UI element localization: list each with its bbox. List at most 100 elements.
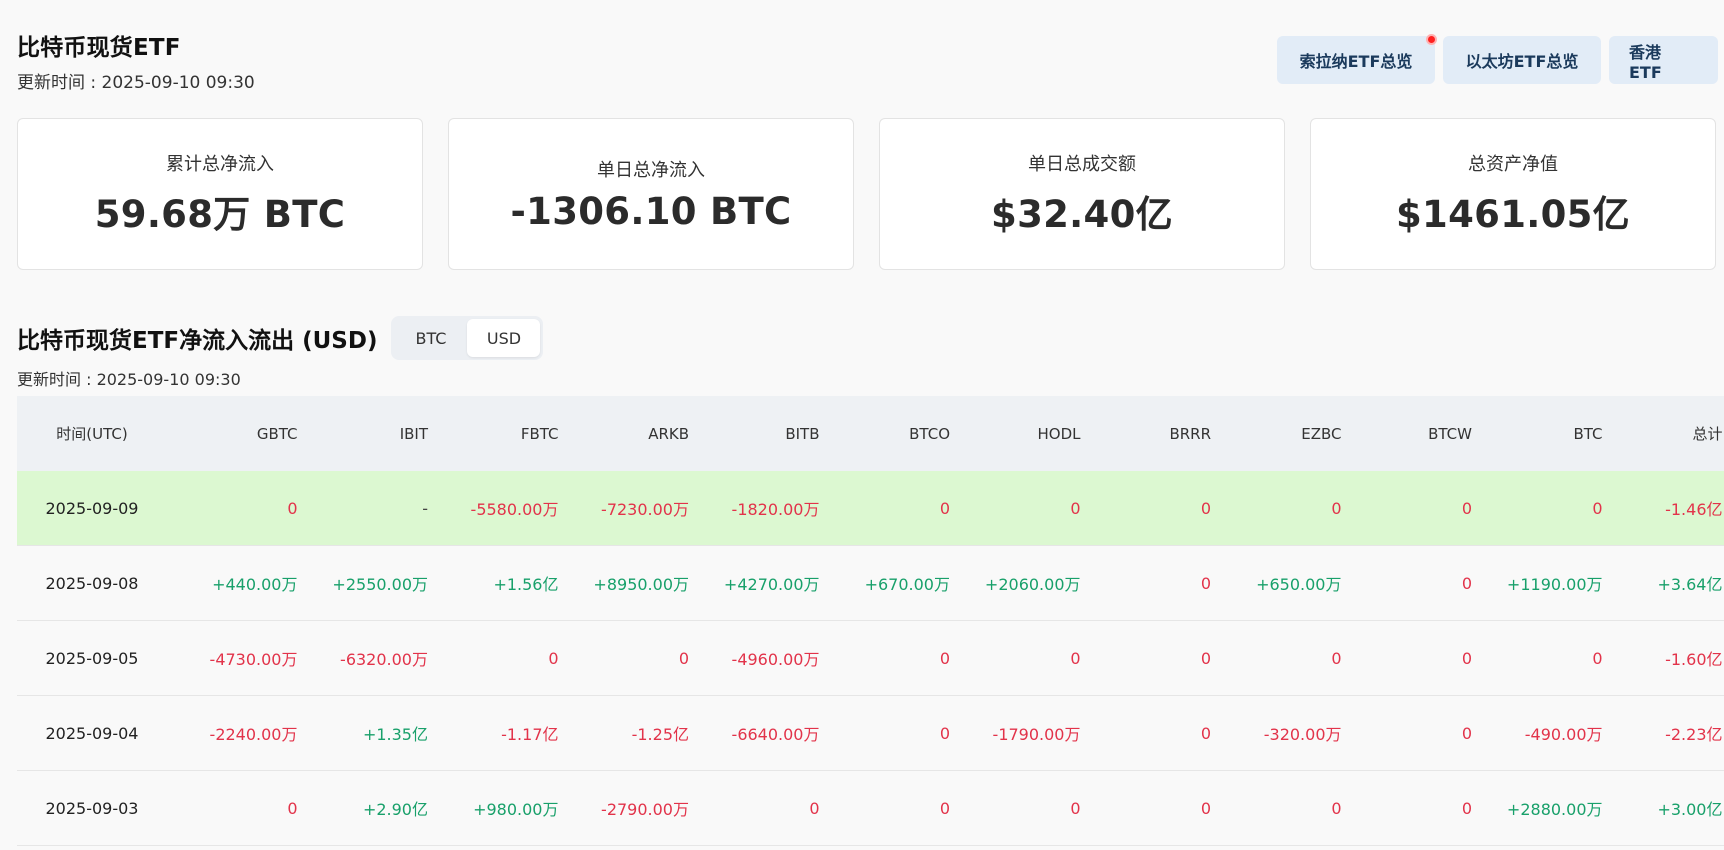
- flow-cell: -7230.00万: [601, 500, 689, 519]
- flow-cell: +3.00亿: [1657, 800, 1723, 819]
- column-header: 时间(UTC): [56, 425, 128, 443]
- flow-cell: 0: [1200, 498, 1211, 518]
- column-header: BTC: [1573, 424, 1603, 443]
- flow-cell: 0: [1070, 648, 1081, 668]
- section-title: 比特币现货ETF净流入流出 (USD): [17, 328, 378, 354]
- notification-dot-icon: [1426, 34, 1437, 45]
- stat-card-daily-volume: 单日总成交额 $32.40亿: [879, 118, 1285, 270]
- date-cell: 2025-09-09: [45, 498, 139, 518]
- page-title: 比特币现货ETF: [17, 35, 181, 61]
- stat-card-value: 59.68万 BTC: [94, 193, 346, 236]
- flow-cell: -2.23亿: [1665, 725, 1723, 744]
- table-header: 时间(UTC) GBTC IBIT FBTC ARKB BITB BTCO HODL BRRR E…: [17, 396, 1724, 471]
- flow-cell: 0: [1461, 573, 1472, 593]
- flow-cell: -1790.00万: [992, 725, 1081, 744]
- flow-cell: 0: [287, 798, 298, 818]
- flow-cell: 0: [287, 498, 298, 518]
- page-header: 比特币现货ETF 更新时间 : 2025-09-10 09:30: [17, 28, 255, 93]
- flow-cell: -490.00万: [1524, 725, 1603, 744]
- stat-card-value: $32.40亿: [991, 193, 1173, 236]
- flow-cell: -6640.00万: [731, 725, 820, 744]
- stat-card-value: -1306.10 BTC: [510, 189, 792, 233]
- column-header: BRRR: [1169, 424, 1211, 443]
- etf-flow-table: 时间(UTC) GBTC IBIT FBTC ARKB BITB BTCO HODL BRRR E…: [17, 396, 1724, 846]
- flow-cell: 0: [1200, 573, 1211, 593]
- flow-cell: 0: [1200, 723, 1211, 743]
- flow-cell: -1.17亿: [501, 725, 559, 744]
- flow-cell: +650.00万: [1256, 575, 1342, 594]
- solana-etf-overview-button[interactable]: 索拉纳ETF总览: [1277, 34, 1437, 84]
- ethereum-etf-overview-button[interactable]: 以太坊ETF总览: [1443, 36, 1601, 84]
- column-header: IBIT: [399, 424, 428, 443]
- flow-cell: -4960.00万: [731, 650, 820, 669]
- column-header: 总计: [1692, 425, 1723, 443]
- etf-dashboard: 比特币现货ETF 更新时间 : 2025-09-10 09:30 索拉纳ETF总…: [0, 0, 1724, 850]
- column-header: GBTC: [256, 424, 298, 443]
- flow-cell: +1.35亿: [362, 725, 428, 744]
- flow-cell: -1.46亿: [1665, 500, 1723, 519]
- section-update-time: 更新时间 : 2025-09-10 09:30: [17, 370, 241, 389]
- column-header: BTCO: [909, 424, 950, 443]
- etf-nav-buttons: 索拉纳ETF总览 以太坊ETF总览 香港 ETF: [1277, 34, 1718, 84]
- table-row: 2025-09-05 -4730.00万 -6320.00万 0 0 -4960.00万 0…: [17, 621, 1724, 696]
- flow-cell: 0: [939, 723, 950, 743]
- flow-cell: +980.00万: [473, 800, 559, 819]
- toggle-usd[interactable]: USD: [467, 319, 541, 357]
- flow-cell: 0: [1592, 498, 1603, 518]
- flow-cell: -4730.00万: [209, 650, 298, 669]
- flow-cell: 0: [939, 798, 950, 818]
- flow-cell: +2060.00万: [984, 575, 1081, 594]
- date-cell: 2025-09-05: [45, 648, 139, 668]
- flow-cell: 0: [1461, 648, 1472, 668]
- flow-cell: -1820.00万: [731, 500, 820, 519]
- stat-card-label: 累计总净流入: [166, 154, 274, 175]
- column-header: BITB: [785, 424, 820, 443]
- column-header: FBTC: [520, 424, 559, 443]
- flow-cell: 0: [1461, 798, 1472, 818]
- table-row: 2025-09-04 -2240.00万 +1.35亿 -1.17亿 -1.25亿 -66…: [17, 696, 1724, 771]
- flow-cell: 0: [939, 648, 950, 668]
- hongkong-etf-button[interactable]: 香港 ETF: [1609, 36, 1718, 84]
- ethereum-etf-overview-label: 以太坊ETF总览: [1465, 52, 1579, 71]
- flow-cell: 0: [1070, 798, 1081, 818]
- date-cell: 2025-09-03: [45, 798, 139, 818]
- column-header: EZBC: [1301, 424, 1342, 443]
- flow-cell: -2240.00万: [209, 725, 298, 744]
- solana-etf-overview-label: 索拉纳ETF总览: [1299, 52, 1413, 71]
- column-header: ARKB: [648, 424, 689, 443]
- flow-cell: +1190.00万: [1506, 575, 1603, 594]
- flow-cell: +440.00万: [212, 575, 298, 594]
- flow-cell: 0: [1331, 648, 1342, 668]
- flow-section-header: 比特币现货ETF净流入流出 (USD) BTC USD: [17, 316, 544, 360]
- table-row: 2025-09-09 0 - -5580.00万 -7230.00万 -1820.00万 0…: [17, 471, 1724, 546]
- flow-cell: -2790.00万: [601, 800, 689, 819]
- date-cell: 2025-09-04: [45, 723, 139, 743]
- flow-cell: -1.60亿: [1665, 650, 1723, 669]
- date-cell: 2025-09-08: [45, 573, 139, 593]
- flow-cell: 0: [1592, 648, 1603, 668]
- flow-cell: 0: [1070, 498, 1081, 518]
- toggle-btc[interactable]: BTC: [394, 319, 467, 357]
- flow-cell: 0: [939, 498, 950, 518]
- table-row: 2025-09-08 +440.00万 +2550.00万 +1.56亿 +8950.0…: [17, 546, 1724, 621]
- flow-cell: +1.56亿: [493, 575, 559, 594]
- flow-cell: 0: [809, 798, 820, 818]
- table-body: 2025-09-09 0 - -5580.00万 -7230.00万 -1820.00万 0…: [17, 471, 1724, 846]
- stat-card-value: $1461.05亿: [1396, 193, 1630, 236]
- unit-toggle: BTC USD: [391, 316, 544, 360]
- flow-cell: +2.90亿: [362, 800, 428, 819]
- flow-cell: +670.00万: [864, 575, 950, 594]
- flow-cell: -320.00万: [1263, 725, 1342, 744]
- flow-cell: +3.64亿: [1657, 575, 1723, 594]
- flow-cell: +2550.00万: [332, 575, 428, 594]
- stat-card-label: 单日总成交额: [1028, 154, 1136, 175]
- column-header: BTCW: [1428, 424, 1472, 443]
- flow-cell: 0: [1200, 648, 1211, 668]
- stat-card-label: 总资产净值: [1468, 154, 1558, 175]
- stat-card-label: 单日总净流入: [597, 159, 705, 181]
- flow-cell: 0: [1331, 798, 1342, 818]
- flow-cell: 0: [1331, 498, 1342, 518]
- stat-card-daily-inflow: 单日总净流入 -1306.10 BTC: [448, 118, 854, 270]
- flow-cell: 0: [1461, 498, 1472, 518]
- table-row: 2025-09-03 0 +2.90亿 +980.00万 -2790.00万 0 0 0 0 0 0…: [17, 771, 1724, 846]
